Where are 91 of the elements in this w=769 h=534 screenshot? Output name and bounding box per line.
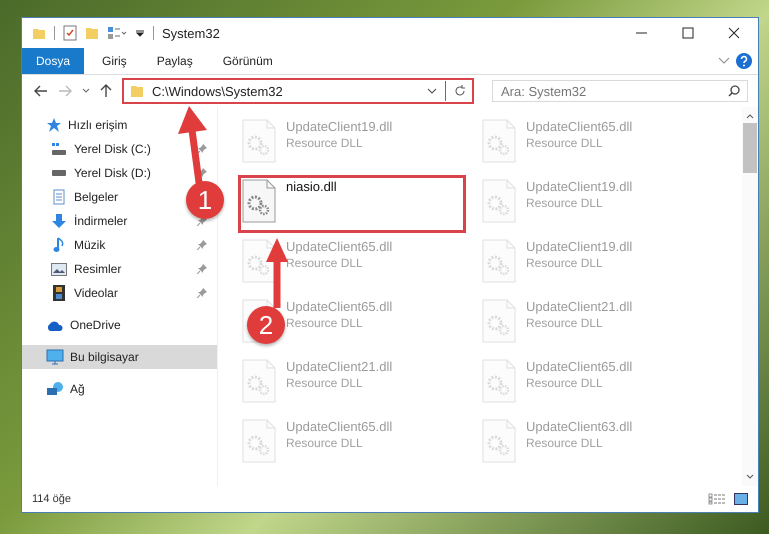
file-name: niasio.dll [286, 179, 337, 194]
pin-icon[interactable] [197, 240, 207, 250]
pin-icon[interactable] [197, 288, 207, 298]
ribbon-tab[interactable]: Paylaş [144, 48, 205, 74]
file-type: Resource DLL [526, 256, 604, 270]
gear-file-icon [242, 179, 276, 223]
dropdown-caret-icon[interactable] [427, 88, 437, 94]
ribbon-tab[interactable]: Dosya [22, 48, 84, 74]
dropdown-caret-icon[interactable] [135, 28, 145, 38]
sidebar-item[interactable]: OneDrive [22, 313, 217, 337]
sidebar-item[interactable]: Yerel Disk (D:) [50, 166, 151, 180]
file-name: UpdateClient65.dll [286, 299, 392, 314]
gear-file-icon [242, 419, 276, 463]
gear-file-icon [482, 299, 516, 343]
view-icon[interactable] [107, 26, 127, 40]
scrollbar[interactable] [742, 107, 758, 486]
pin-icon[interactable] [197, 264, 207, 274]
refresh-icon[interactable] [454, 85, 466, 97]
file-name: UpdateClient65.dll [526, 119, 632, 134]
address-path: C:\Windows\System32 [152, 84, 284, 98]
pointer-arrow [266, 238, 288, 308]
drive-icon [51, 170, 67, 176]
item-count: 114 öğe [32, 493, 71, 505]
scrollbar-thumb[interactable] [743, 123, 757, 173]
gear-file-icon [242, 239, 276, 283]
recent-caret-icon[interactable] [82, 88, 90, 94]
ribbon-tab[interactable]: Görünüm [210, 48, 285, 74]
file-name: UpdateClient65.dll [526, 359, 632, 374]
file-name: UpdateClient19.dll [526, 179, 632, 194]
file-type: Resource DLL [286, 136, 364, 150]
properties-icon[interactable] [63, 25, 77, 41]
sidebar-item[interactable]: Ağ [22, 377, 217, 401]
sidebar-item[interactable]: Yerel Disk (C:) [50, 142, 151, 156]
pin-icon[interactable] [197, 144, 207, 154]
expand-ribbon-icon[interactable] [718, 57, 730, 65]
search-field[interactable]: Ara: System32 [492, 80, 748, 102]
file-name: UpdateClient65.dll [286, 419, 392, 434]
gear-file-icon [482, 359, 516, 403]
sidebar-item[interactable]: Bu bilgisayar [22, 345, 217, 369]
details-view-icon[interactable] [708, 493, 726, 505]
folder-icon [130, 84, 144, 98]
file-type: Resource DLL [526, 376, 604, 390]
file-name: UpdateClient65.dll [286, 239, 392, 254]
gear-file-icon [242, 359, 276, 403]
sidebar-item[interactable]: İndirmeler [50, 213, 128, 229]
address-bar[interactable]: C:\Windows\System32 [122, 78, 474, 104]
down-arrow-icon [51, 213, 67, 229]
help-icon[interactable] [736, 53, 752, 69]
highlighted-file-item[interactable]: niasio.dll [238, 175, 466, 233]
close-icon[interactable] [728, 27, 740, 39]
file-type: Resource DLL [286, 376, 364, 390]
up-arrow-icon[interactable] [100, 84, 112, 98]
star-icon [46, 117, 62, 133]
document-icon [53, 189, 65, 205]
file-type: Resource DLL [526, 436, 604, 450]
film-icon [53, 285, 65, 301]
ribbon-tab[interactable]: Giriş [90, 48, 139, 74]
file-name: UpdateClient19.dll [286, 119, 392, 134]
gear-file-icon [482, 419, 516, 463]
file-name: UpdateClient21.dll [526, 299, 632, 314]
gear-file-icon [482, 119, 516, 163]
sidebar-item[interactable]: Hızlı erişim [22, 113, 217, 137]
scroll-up-icon[interactable] [746, 113, 754, 119]
drive-icon [51, 142, 67, 156]
gear-file-icon [482, 239, 516, 283]
file-type: Resource DLL [526, 196, 604, 210]
file-type: Resource DLL [526, 136, 604, 150]
scroll-down-icon[interactable] [746, 474, 754, 480]
file-type: Resource DLL [286, 316, 364, 330]
file-type: Resource DLL [526, 316, 604, 330]
gear-file-icon [242, 119, 276, 163]
file-type: Resource DLL [286, 256, 364, 270]
search-icon [728, 85, 740, 97]
monitor-icon [46, 349, 64, 365]
sidebar-item[interactable]: Resimler [50, 262, 122, 276]
network-icon [46, 381, 64, 397]
file-name: UpdateClient63.dll [526, 419, 632, 434]
file-name: UpdateClient21.dll [286, 359, 392, 374]
cloud-icon [46, 320, 64, 330]
maximize-icon[interactable] [682, 27, 694, 39]
large-icons-view-icon[interactable] [734, 493, 748, 505]
window-title: System32 [162, 26, 220, 40]
picture-icon [51, 262, 67, 276]
file-name: UpdateClient19.dll [526, 239, 632, 254]
back-arrow-icon[interactable] [34, 85, 48, 97]
gear-file-icon [482, 179, 516, 223]
sidebar-item[interactable]: Belgeler [50, 189, 118, 205]
music-note-icon [53, 237, 65, 253]
sidebar-item[interactable]: Videolar [50, 285, 118, 301]
file-type: Resource DLL [286, 436, 364, 450]
sidebar-item[interactable]: Müzik [50, 237, 106, 253]
